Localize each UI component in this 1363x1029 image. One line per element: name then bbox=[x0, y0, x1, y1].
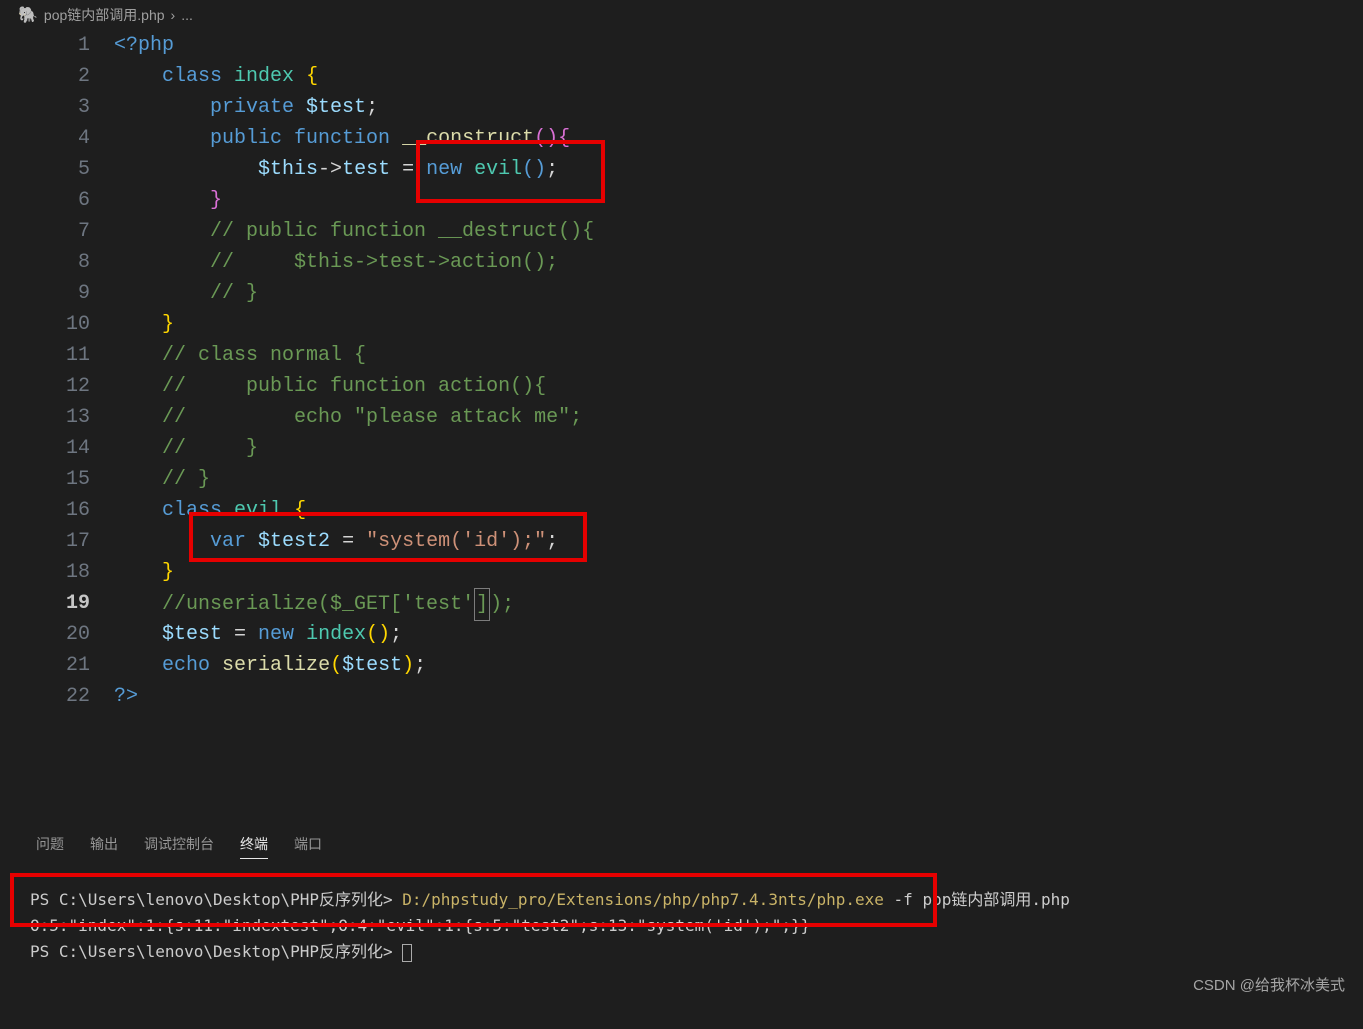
tab-output[interactable]: 输出 bbox=[90, 834, 118, 859]
code-line: // } bbox=[114, 433, 1363, 464]
line-number: 12 bbox=[0, 371, 90, 402]
line-number: 7 bbox=[0, 216, 90, 247]
line-number: 21 bbox=[0, 650, 90, 681]
code-line: //unserialize($_GET['test']); bbox=[114, 588, 1363, 619]
code-line: echo serialize($test); bbox=[114, 650, 1363, 681]
php-icon: 🐘 bbox=[18, 5, 38, 25]
terminal-command: D:/phpstudy_pro/Extensions/php/php7.4.3n… bbox=[402, 890, 884, 909]
breadcrumb-sep: › bbox=[171, 7, 176, 23]
line-number: 1 bbox=[0, 30, 90, 61]
line-number: 18 bbox=[0, 557, 90, 588]
code-line: // public function action(){ bbox=[114, 371, 1363, 402]
code-line: // $this->test->action(); bbox=[114, 247, 1363, 278]
line-number: 2 bbox=[0, 61, 90, 92]
code-line: // echo "please attack me"; bbox=[114, 402, 1363, 433]
line-number: 19 bbox=[0, 588, 90, 619]
tab-terminal[interactable]: 终端 bbox=[240, 834, 268, 859]
line-number: 6 bbox=[0, 185, 90, 216]
code-line: // } bbox=[114, 278, 1363, 309]
line-number: 11 bbox=[0, 340, 90, 371]
code-line: } bbox=[114, 557, 1363, 588]
line-number: 16 bbox=[0, 495, 90, 526]
terminal[interactable]: PS C:\Users\lenovo\Desktop\PHP反序列化> D:/p… bbox=[0, 867, 1363, 965]
tab-problems[interactable]: 问题 bbox=[36, 834, 64, 859]
code-line: // } bbox=[114, 464, 1363, 495]
terminal-prompt: PS C:\Users\lenovo\Desktop\PHP反序列化> bbox=[30, 942, 402, 961]
line-number: 10 bbox=[0, 309, 90, 340]
code-area[interactable]: <?php class index { private $test; publi… bbox=[114, 30, 1363, 712]
code-line: // public function __destruct(){ bbox=[114, 216, 1363, 247]
terminal-cursor bbox=[402, 944, 412, 962]
line-number: 13 bbox=[0, 402, 90, 433]
code-line: } bbox=[114, 309, 1363, 340]
code-line: class index { bbox=[114, 61, 1363, 92]
code-line: private $test; bbox=[114, 92, 1363, 123]
code-line: } bbox=[114, 185, 1363, 216]
terminal-prompt: PS C:\Users\lenovo\Desktop\PHP反序列化> bbox=[30, 890, 402, 909]
code-line: class evil { bbox=[114, 495, 1363, 526]
code-line: // class normal { bbox=[114, 340, 1363, 371]
line-gutter: 1 2 3 4 5 6 7 8 9 10 11 12 13 14 15 16 1… bbox=[0, 30, 114, 712]
code-line: var $test2 = "system('id');"; bbox=[114, 526, 1363, 557]
watermark: CSDN @给我杯冰美式 bbox=[1193, 974, 1345, 995]
tab-ports[interactable]: 端口 bbox=[294, 834, 322, 859]
breadcrumb-file[interactable]: pop链内部调用.php bbox=[44, 5, 165, 25]
tab-debug-console[interactable]: 调试控制台 bbox=[144, 834, 214, 859]
code-line: <?php bbox=[114, 30, 1363, 61]
line-number: 15 bbox=[0, 464, 90, 495]
line-number: 17 bbox=[0, 526, 90, 557]
line-number: 14 bbox=[0, 433, 90, 464]
code-line: ?> bbox=[114, 681, 1363, 712]
breadcrumb-more[interactable]: ... bbox=[181, 7, 193, 23]
code-editor[interactable]: 1 2 3 4 5 6 7 8 9 10 11 12 13 14 15 16 1… bbox=[0, 30, 1363, 712]
bottom-panel: 问题 输出 调试控制台 终端 端口 PS C:\Users\lenovo\Des… bbox=[0, 834, 1363, 965]
line-number: 8 bbox=[0, 247, 90, 278]
terminal-args: -f pop链内部调用.php bbox=[884, 890, 1070, 909]
line-number: 4 bbox=[0, 123, 90, 154]
code-line: public function __construct(){ bbox=[114, 123, 1363, 154]
terminal-output: O:5:"index":1:{s:11:"indextest";O:4:"evi… bbox=[30, 916, 810, 935]
breadcrumb: 🐘 pop链内部调用.php › ... bbox=[0, 0, 1363, 30]
line-number: 20 bbox=[0, 619, 90, 650]
cursor-box: ] bbox=[474, 588, 490, 621]
line-number: 5 bbox=[0, 154, 90, 185]
panel-tabs: 问题 输出 调试控制台 终端 端口 bbox=[0, 834, 1363, 867]
line-number: 3 bbox=[0, 92, 90, 123]
code-line: $this->test = new evil(); bbox=[114, 154, 1363, 185]
line-number: 22 bbox=[0, 681, 90, 712]
line-number: 9 bbox=[0, 278, 90, 309]
code-line: $test = new index(); bbox=[114, 619, 1363, 650]
